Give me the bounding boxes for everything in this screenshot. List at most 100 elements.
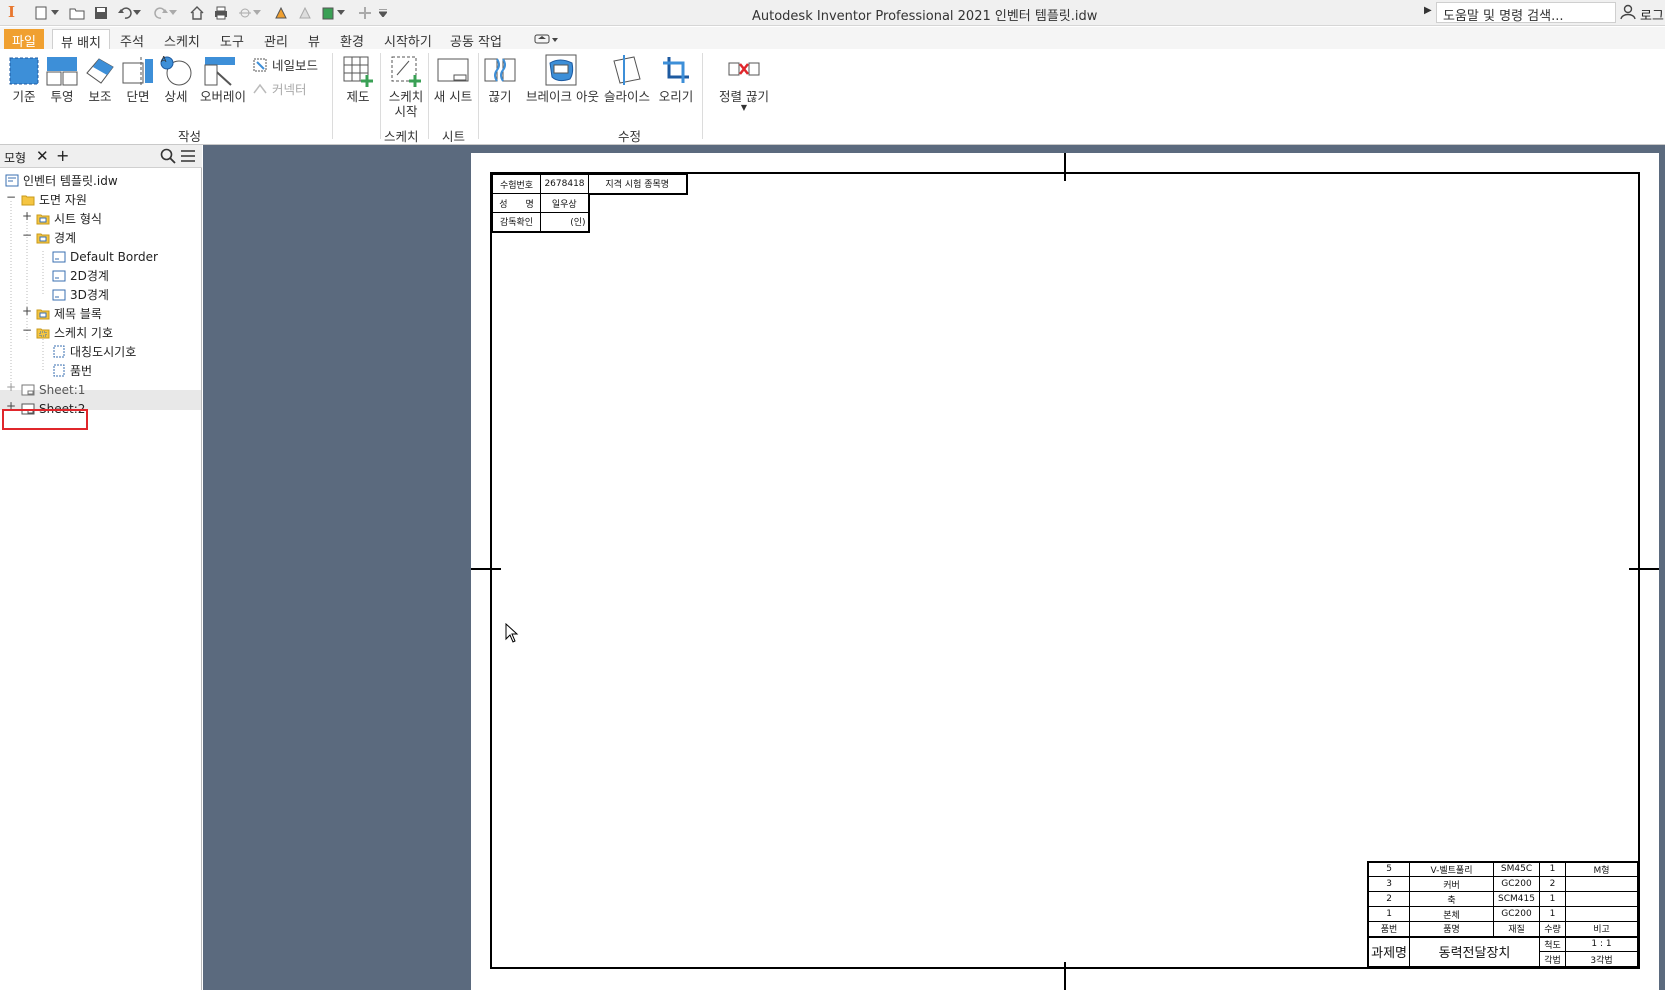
chevron-down-icon[interactable] (252, 4, 262, 22)
chevron-down-icon[interactable] (132, 4, 142, 22)
update-icon[interactable] (272, 4, 290, 22)
overlay-view-button[interactable]: 오버레이 (200, 53, 246, 104)
print-icon[interactable] (212, 4, 230, 22)
graphics-window[interactable]: 수험번호 2678418 지격 시험 종목명 성 명 일우상 감독확인 (인) (203, 145, 1665, 990)
chevron-down-icon[interactable] (336, 4, 346, 22)
projected-view-label: 투영 (50, 89, 74, 104)
draft-view-label: 제도 (346, 89, 370, 104)
slice-label: 슬라이스 (604, 89, 651, 104)
connector-button[interactable]: 커넥터 (252, 79, 307, 98)
chevron-right-icon[interactable]: ▶ (1424, 5, 1432, 16)
detail-view-label: 상세 (164, 89, 188, 104)
drawing-sheet[interactable]: 수험번호 2678418 지격 시험 종목명 성 명 일우상 감독확인 (인) (471, 153, 1659, 990)
part-note: M형 (1565, 861, 1638, 877)
section-view-label: 단면 (126, 89, 150, 104)
user-icon[interactable] (1620, 4, 1636, 23)
chevron-down-icon[interactable]: ▼ (714, 104, 774, 112)
tree-item-symmetry-symbol[interactable]: 대칭도시기호 (52, 342, 136, 361)
collapse-icon[interactable]: − (22, 228, 32, 242)
tree-item-label: 제목 블록 (54, 307, 102, 321)
tab-place-views[interactable]: 뷰 배치 (52, 29, 111, 51)
panel-options-icon[interactable] (528, 29, 566, 49)
tab-environments[interactable]: 환경 (332, 29, 372, 50)
header-material: 재질 (1493, 921, 1540, 937)
tab-manage[interactable]: 관리 (256, 29, 296, 50)
chevron-down-icon[interactable] (168, 4, 178, 22)
tree-item-sheet-formats[interactable]: 시트 형식 (36, 209, 102, 228)
tree-item-2d-border[interactable]: 2D경계 (52, 266, 109, 285)
folder-icon (36, 328, 50, 339)
base-view-button[interactable]: 기준 (4, 53, 44, 104)
new-sheet-button[interactable]: 새 시트 (432, 53, 474, 104)
help-search-input[interactable]: 도움말 및 명령 검색... (1436, 2, 1616, 23)
projection-value: 3각법 (1565, 951, 1638, 967)
tab-file[interactable]: 파일 (4, 29, 44, 50)
collapse-icon[interactable]: − (22, 323, 32, 337)
name-value: 일우상 (540, 193, 590, 213)
add-icon[interactable] (356, 4, 374, 22)
tree-item-document[interactable]: 인벤터 템플릿.idw (5, 171, 118, 190)
projected-view-button[interactable]: 투영 (42, 53, 82, 104)
model-browser: 모형 ✕ + 인벤터 템플릿.idw − 도면 자원 + 시트 형식 − 경계 … (0, 145, 202, 990)
tab-annotate[interactable]: 주석 (112, 29, 152, 50)
tree-item-sketch-symbols[interactable]: 스케치 기호 (36, 323, 113, 342)
part-no: 1 (1367, 906, 1411, 922)
supervisor-label: 감독확인 (492, 212, 541, 233)
sign-in-label[interactable]: 로그 (1640, 5, 1664, 24)
tab-sketch[interactable]: 스케치 (156, 29, 208, 50)
projection-label: 각법 (1539, 951, 1566, 967)
start-sketch-button[interactable]: 스케치 시작 (384, 53, 428, 119)
start-sketch-icon (391, 56, 421, 87)
part-qty: 1 (1539, 891, 1566, 907)
auxiliary-view-label: 보조 (88, 89, 112, 104)
rebuild-icon[interactable] (296, 4, 314, 22)
draft-view-button[interactable]: 제도 (338, 53, 378, 104)
slice-button[interactable]: 슬라이스 (604, 53, 650, 104)
expand-icon[interactable]: + (22, 304, 32, 318)
part-material: SM45C (1493, 861, 1540, 877)
folder-icon (21, 195, 35, 206)
expand-icon[interactable]: + (6, 380, 16, 394)
break-alignment-button[interactable]: 정렬 끊기 ▼ (714, 53, 774, 112)
open-folder-icon[interactable] (68, 4, 86, 22)
scale-label: 척도 (1539, 935, 1566, 952)
tree-item-default-border[interactable]: Default Border (52, 247, 158, 266)
break-out-button[interactable]: 브레이크 아웃 (526, 53, 599, 104)
tab-collaborate[interactable]: 공동 작업 (442, 29, 510, 50)
tree-item-borders[interactable]: 경계 (36, 228, 76, 247)
folder-icon (36, 214, 50, 225)
tab-view[interactable]: 뷰 (300, 29, 328, 50)
tab-get-started[interactable]: 시작하기 (376, 29, 440, 50)
inventor-logo-icon[interactable]: I (8, 3, 15, 21)
customize-qat-icon[interactable] (378, 4, 388, 22)
scale-value: 1 : 1 (1565, 935, 1638, 952)
nailboard-button[interactable]: 네일보드 (252, 55, 318, 74)
new-file-icon[interactable] (32, 4, 50, 22)
save-icon[interactable] (92, 4, 110, 22)
tree-item-title-blocks[interactable]: 제목 블록 (36, 304, 102, 323)
part-no: 3 (1367, 876, 1411, 892)
break-button[interactable]: 끊기 (480, 53, 520, 104)
group-separator (478, 53, 479, 139)
project-name: 동력전달장치 (1409, 935, 1540, 967)
chevron-down-icon[interactable] (50, 4, 60, 22)
break-out-label: 브레이크 아웃 (526, 89, 599, 104)
tree-item-sheet-1[interactable]: Sheet:1 (21, 380, 85, 399)
tab-tools[interactable]: 도구 (212, 29, 252, 50)
detail-view-button[interactable]: A 상세 (156, 53, 196, 104)
part-name: V-벨트풀리 (1409, 861, 1494, 877)
tree-item-item-number[interactable]: 품번 (52, 361, 92, 380)
tree-item-3d-border[interactable]: 3D경계 (52, 285, 109, 304)
break-out-icon (545, 54, 577, 86)
home-icon[interactable] (188, 4, 206, 22)
expand-icon[interactable]: + (22, 209, 32, 223)
auxiliary-view-button[interactable]: 보조 (80, 53, 120, 104)
start-sketch-label-line1: 스케치 (388, 89, 424, 104)
connector-label: 커넥터 (272, 82, 307, 97)
collapse-icon[interactable]: − (6, 190, 16, 204)
section-view-button[interactable]: 단면 (118, 53, 158, 104)
crop-button[interactable]: 오리기 (656, 53, 696, 104)
tree-item-label: 인벤터 템플릿.idw (23, 174, 118, 188)
border-icon (52, 270, 66, 282)
tree-item-drawing-resources[interactable]: 도면 자원 (21, 190, 87, 209)
